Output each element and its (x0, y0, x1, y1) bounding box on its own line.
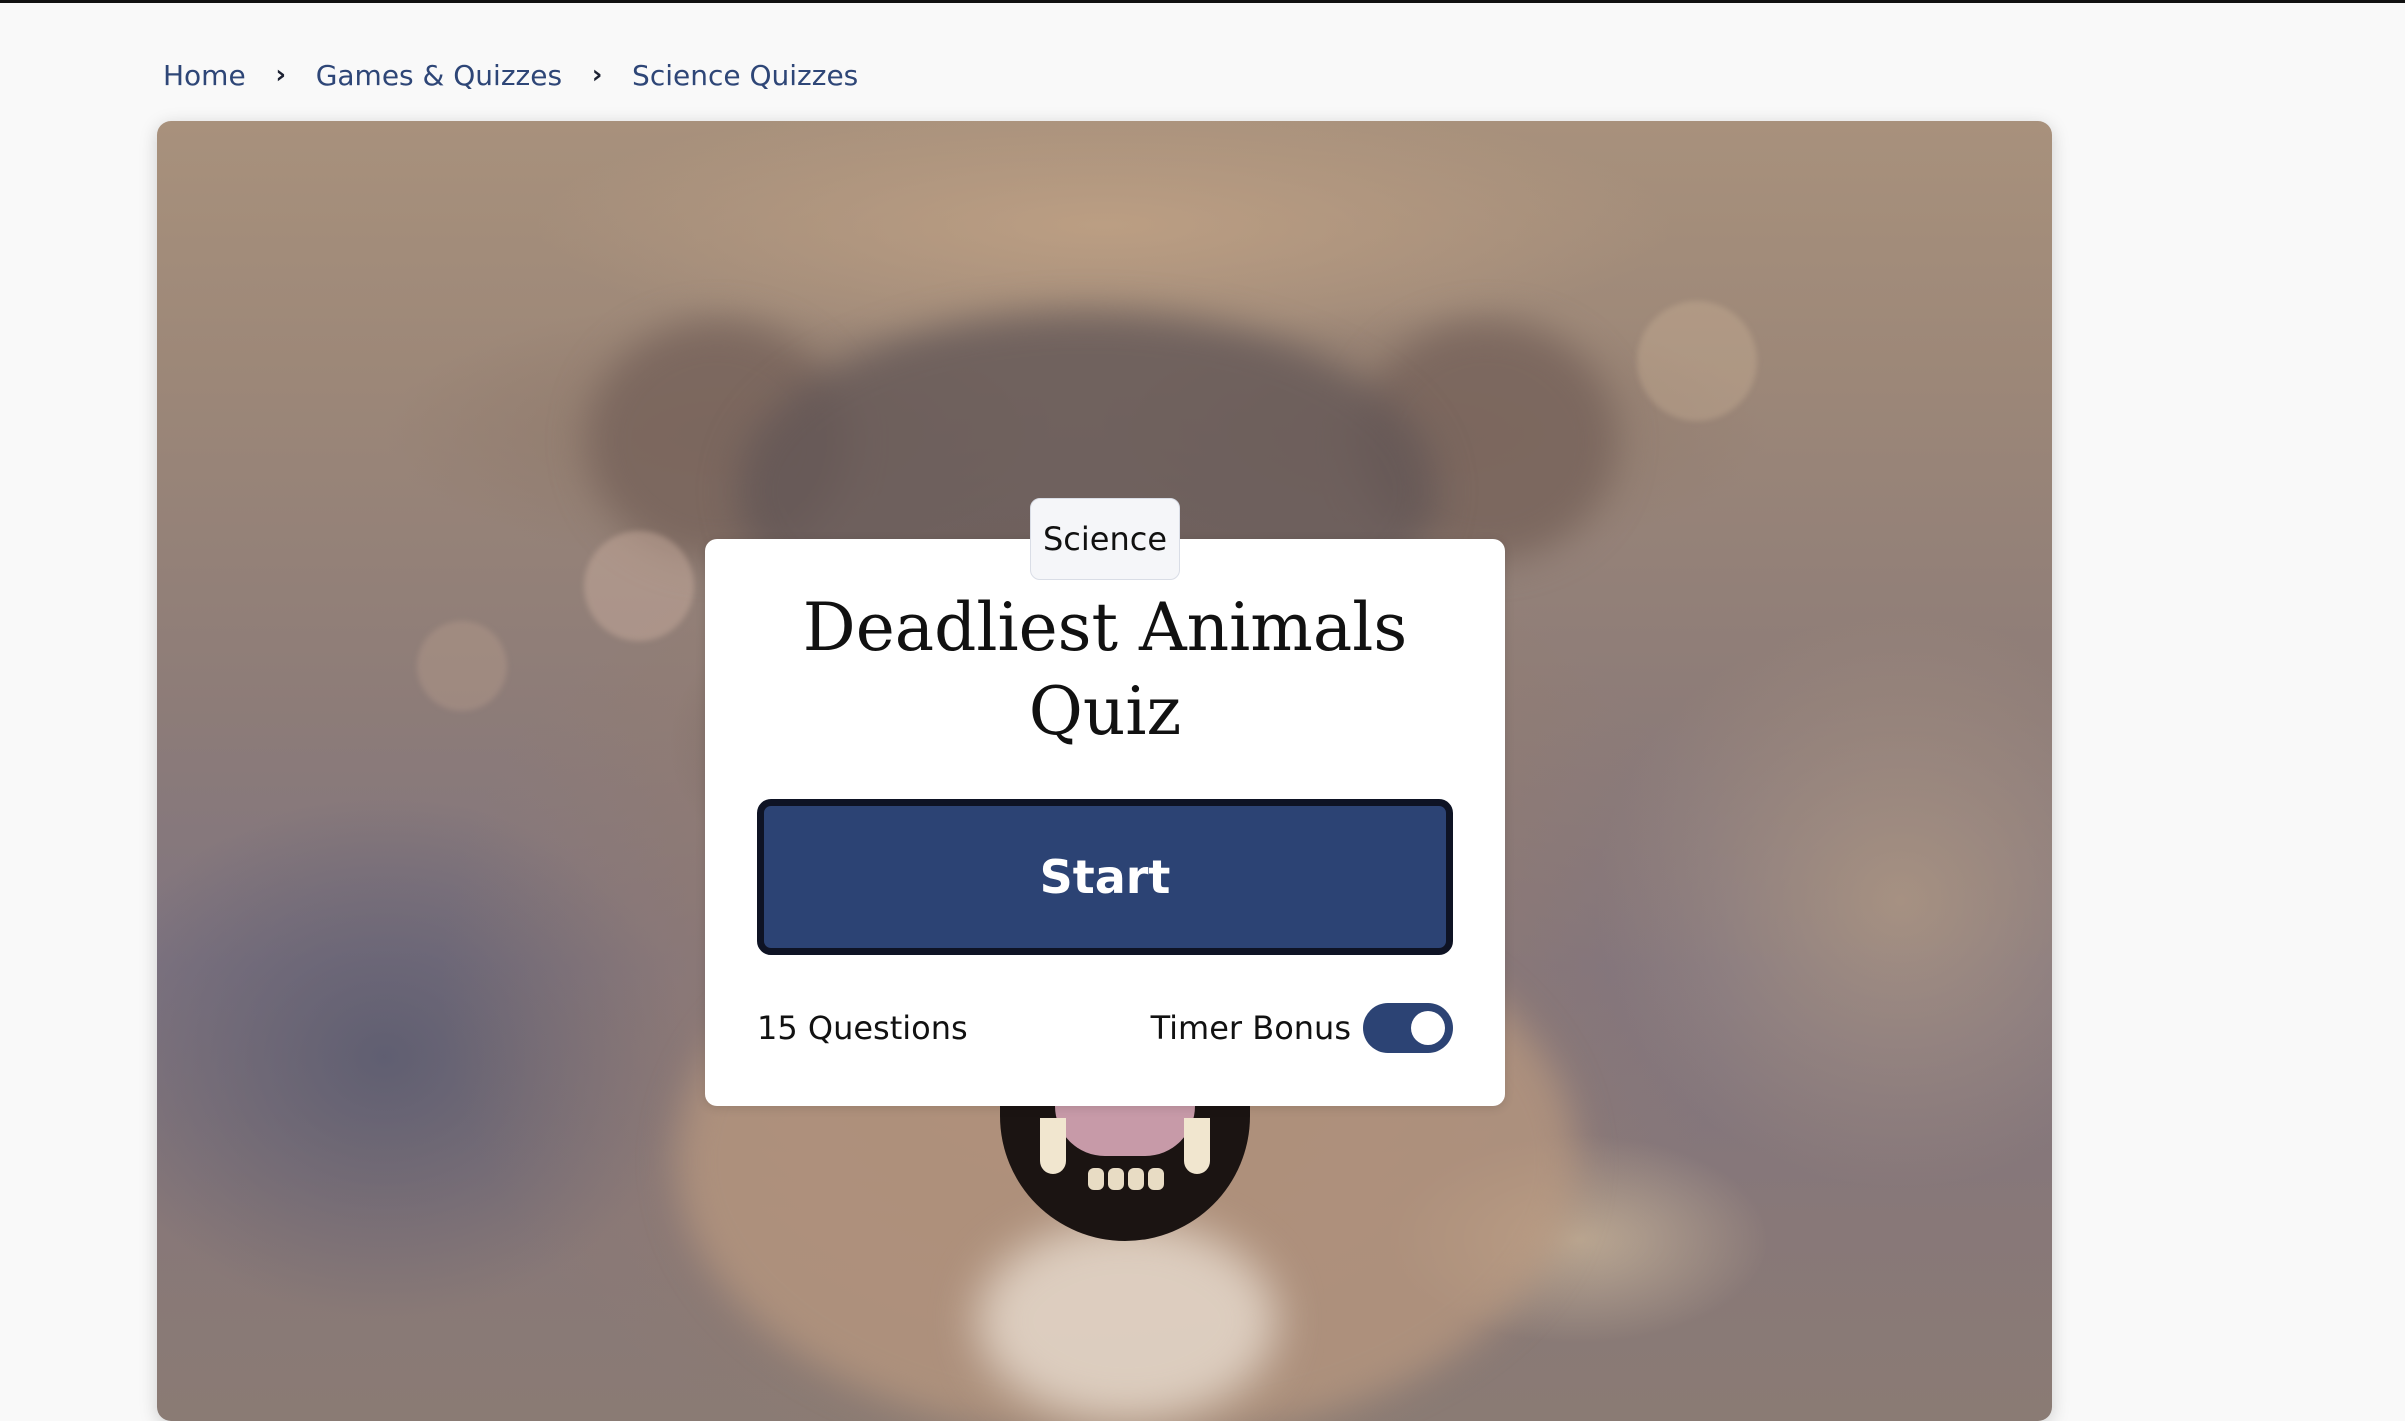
breadcrumb-home-link[interactable]: Home (163, 59, 246, 92)
timer-bonus-label: Timer Bonus (1150, 1009, 1351, 1047)
timer-bonus-toggle[interactable] (1363, 1003, 1453, 1053)
hero-fang (1040, 1118, 1066, 1174)
quiz-title-line2: Quiz (1028, 673, 1182, 750)
hero-bokeh (417, 621, 507, 711)
hero-tooth (1108, 1168, 1124, 1190)
breadcrumb-games-quizzes-link[interactable]: Games & Quizzes (316, 59, 562, 92)
breadcrumb-science-quizzes-link[interactable]: Science Quizzes (632, 59, 858, 92)
hero-chin (977, 1221, 1277, 1421)
chevron-right-icon: › (591, 60, 603, 90)
quiz-title-line1: Deadliest Animals (802, 589, 1408, 666)
timer-bonus-control: Timer Bonus (1151, 1003, 1453, 1053)
breadcrumb: Home › Games & Quizzes › Science Quizzes (163, 52, 858, 98)
hero-tongue (1055, 1106, 1195, 1156)
question-count: 15 Questions (757, 1009, 968, 1047)
hero-bokeh (584, 531, 694, 641)
quiz-meta-row: 15 Questions Timer Bonus (757, 1002, 1453, 1054)
hero-fang (1184, 1118, 1210, 1174)
hero-tooth (1128, 1168, 1144, 1190)
hero-tooth (1148, 1168, 1164, 1190)
start-button[interactable]: Start (757, 799, 1453, 955)
hero-bokeh (1637, 301, 1757, 421)
quiz-title: Deadliest Animals Quiz (705, 586, 1505, 754)
hero-tooth (1088, 1168, 1104, 1190)
chevron-right-icon: › (275, 60, 287, 90)
category-badge: Science (1030, 498, 1180, 580)
top-rule (0, 0, 2405, 3)
toggle-knob (1411, 1011, 1445, 1045)
